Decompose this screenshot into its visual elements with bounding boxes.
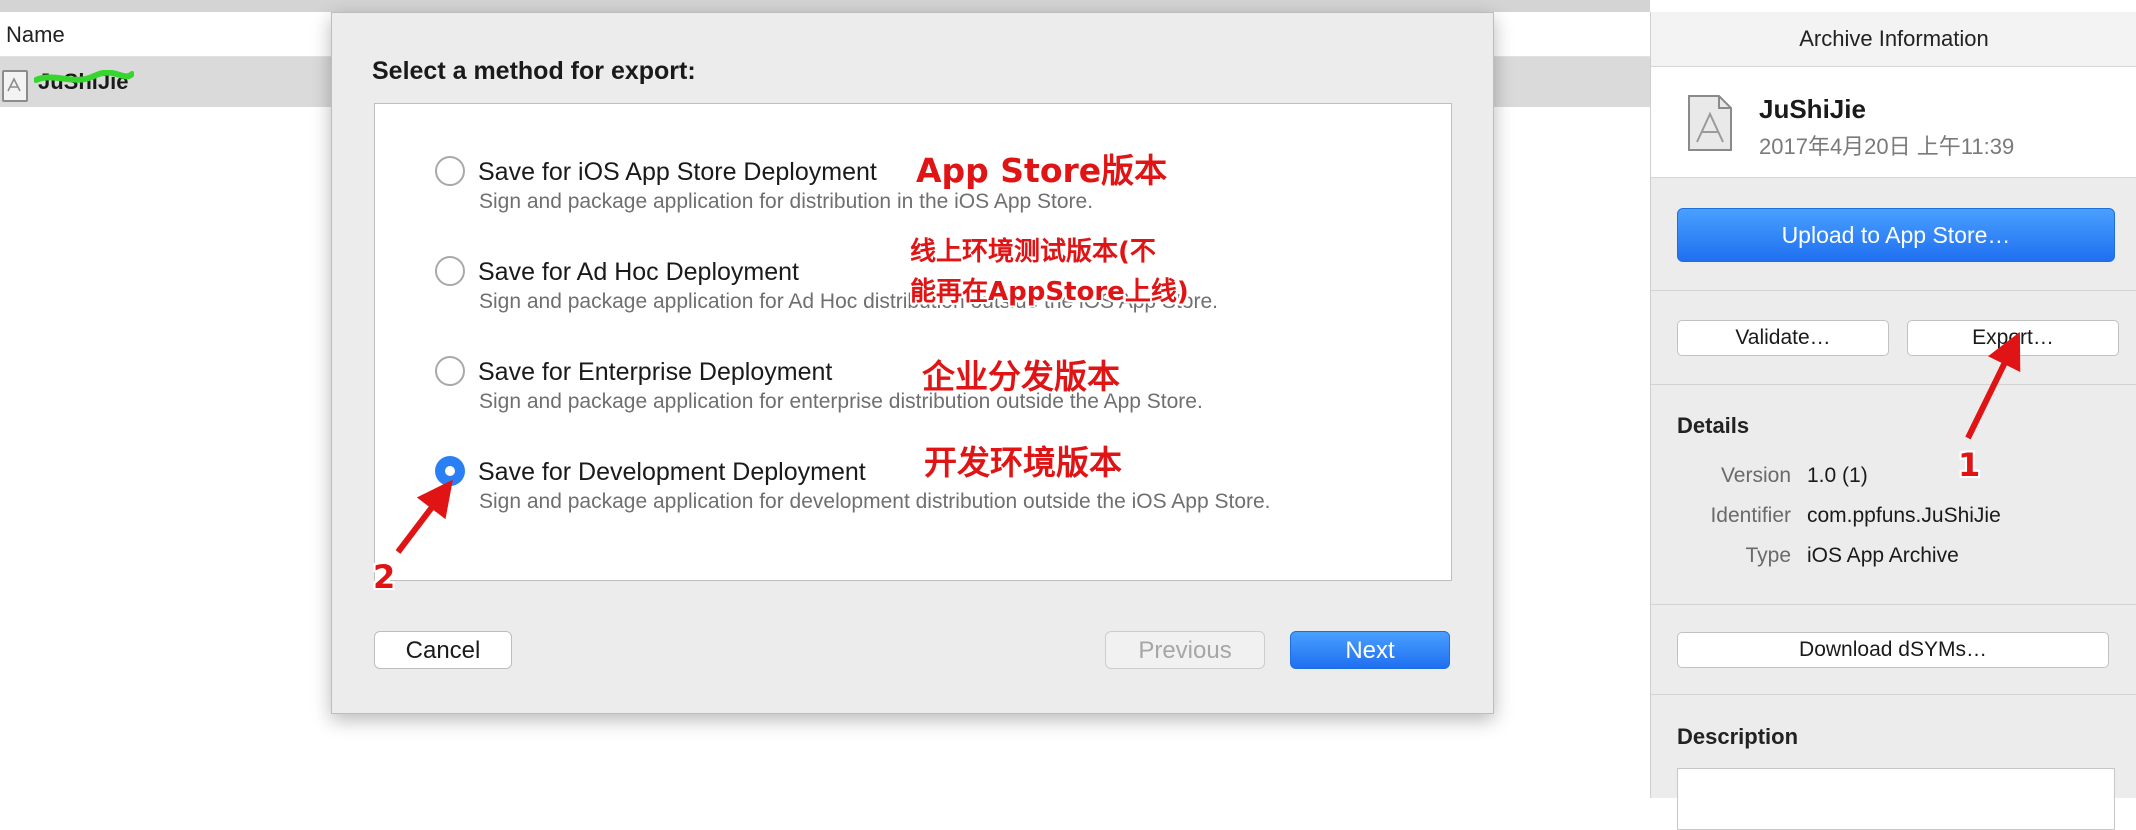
archive-row-name: JuShiJie: [38, 69, 129, 94]
annotation-marker-2: 2: [373, 558, 396, 596]
download-dsyms-button[interactable]: Download dSYMs…: [1677, 632, 2109, 668]
detail-value: 1.0 (1): [1807, 464, 1868, 487]
radio-button[interactable]: [435, 156, 465, 186]
export-option-enterprise[interactable]: Save for Enterprise Deployment Sign and …: [375, 356, 1451, 436]
upload-to-app-store-button[interactable]: Upload to App Store…: [1677, 208, 2115, 262]
detail-label: Identifier: [1710, 504, 1791, 527]
archive-name: JuShiJie: [1759, 94, 1866, 124]
inspector-divider: [1651, 290, 2136, 291]
inspector-divider: [1651, 384, 2136, 385]
radio-button-selected[interactable]: [435, 456, 465, 486]
detail-value: com.ppfuns.JuShiJie: [1807, 504, 2001, 527]
option-title: Save for Enterprise Deployment: [478, 358, 833, 386]
radio-button[interactable]: [435, 256, 465, 286]
annotation-ad-hoc-line2: 能再在AppStore上线): [910, 277, 1189, 307]
annotation-enterprise: 企业分发版本: [922, 357, 1120, 396]
export-method-dialog: Select a method for export: Save for iOS…: [331, 12, 1494, 714]
next-button[interactable]: Next: [1290, 631, 1450, 669]
detail-value: iOS App Archive: [1807, 544, 1959, 567]
annotation-development: 开发环境版本: [924, 443, 1122, 482]
annotation-ad-hoc-line1: 线上环境测试版本(不: [910, 237, 1156, 267]
option-description: Sign and package application for distrib…: [479, 190, 1094, 213]
previous-button[interactable]: Previous: [1105, 631, 1265, 669]
archive-file-icon: [2, 70, 28, 102]
export-options-box: Save for iOS App Store Deployment Sign a…: [374, 103, 1452, 581]
inspector-divider: [1651, 694, 2136, 695]
archive-summary-card: JuShiJie 2017年4月20日 上午11:39: [1651, 67, 2136, 178]
name-column-header[interactable]: Name: [6, 22, 65, 48]
detail-label: Version: [1720, 464, 1791, 487]
cancel-button[interactable]: Cancel: [374, 631, 512, 669]
archive-inspector-panel: Archive Information JuShiJie 2017年4月20日 …: [1650, 12, 2136, 830]
details-section-title: Details: [1677, 413, 1750, 438]
annotation-app-store: App Store版本: [916, 151, 1168, 190]
inspector-title: Archive Information: [1651, 12, 2136, 67]
annotation-marker-1: 1: [1958, 446, 1981, 484]
dialog-title: Select a method for export:: [372, 57, 696, 85]
option-title: Save for Development Deployment: [478, 458, 866, 486]
radio-button[interactable]: [435, 356, 465, 386]
validate-button[interactable]: Validate…: [1677, 320, 1889, 356]
export-button[interactable]: Export…: [1907, 320, 2119, 356]
export-option-app-store[interactable]: Save for iOS App Store Deployment Sign a…: [375, 156, 1451, 236]
window-top-strip: [0, 0, 1650, 12]
option-title: Save for Ad Hoc Deployment: [478, 258, 799, 286]
archive-date: 2017年4月20日 上午11:39: [1759, 134, 2015, 159]
description-textarea[interactable]: [1677, 768, 2115, 830]
inspector-divider: [1651, 604, 2136, 605]
archive-document-icon: [1688, 95, 1732, 151]
export-option-development[interactable]: Save for Development Deployment Sign and…: [375, 456, 1451, 536]
option-description: Sign and package application for develop…: [479, 490, 1271, 513]
description-section-title: Description: [1677, 724, 1799, 749]
option-title: Save for iOS App Store Deployment: [478, 158, 877, 186]
detail-label: Type: [1745, 544, 1791, 567]
